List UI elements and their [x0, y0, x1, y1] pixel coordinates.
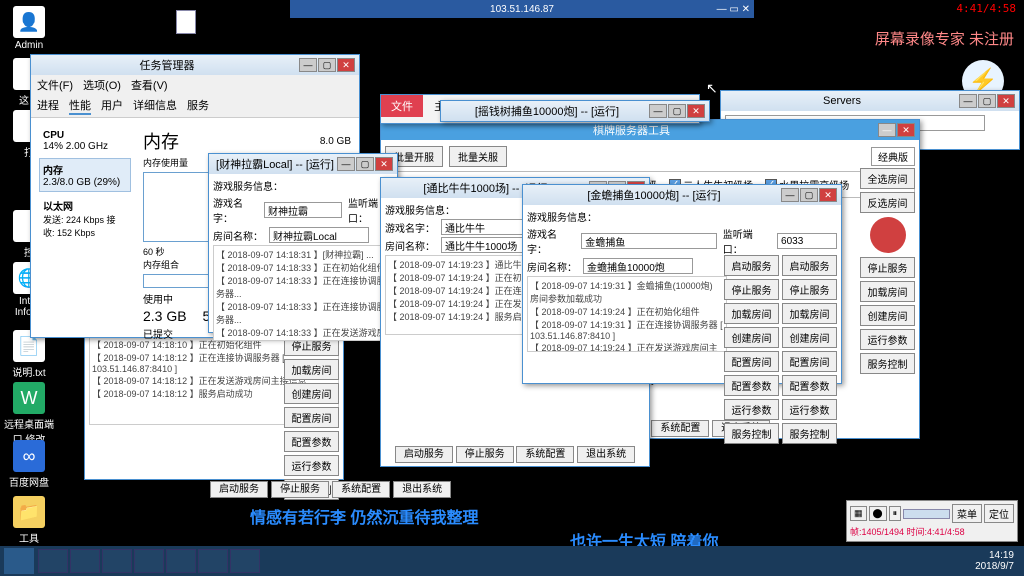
- side-button[interactable]: 运行参数: [724, 399, 779, 420]
- bottom-button[interactable]: 启动服务: [210, 481, 268, 498]
- rec-icon[interactable]: ⬤: [869, 506, 887, 521]
- close-icon[interactable]: ✕: [897, 123, 915, 137]
- bottom-button[interactable]: 停止服务: [456, 446, 514, 463]
- name-input[interactable]: [581, 233, 716, 249]
- room-input[interactable]: [269, 227, 369, 243]
- cpu-tile[interactable]: CPU14% 2.00 GHz: [39, 126, 131, 156]
- taskbar-item[interactable]: [102, 549, 132, 573]
- close-icon[interactable]: ✕: [337, 58, 355, 72]
- desktop-icon[interactable]: ∞百度网盘: [4, 440, 54, 489]
- logo-icon: [870, 217, 906, 253]
- recorder-control[interactable]: ▦ ⬤ ⏸ 菜单 定位 帧:1405/1494 时间:4:41/4:58: [846, 500, 1018, 542]
- side-button[interactable]: 配置参数: [782, 375, 837, 396]
- pause-icon[interactable]: ⏸: [889, 506, 902, 521]
- side-button[interactable]: 停止服务: [860, 257, 915, 278]
- desktop-icon[interactable]: 📁工具: [4, 496, 54, 545]
- log-window[interactable]: 【 2018-09-07 14:18:10 】正在初始化组件【 2018-09-…: [84, 330, 344, 480]
- start-button[interactable]: 启动服务: [782, 255, 837, 276]
- recorder-watermark: 屏幕录像专家 未注册: [875, 28, 1014, 49]
- taskbar-item[interactable]: [230, 549, 260, 573]
- bottom-button[interactable]: 系统配置: [332, 481, 390, 498]
- side-button[interactable]: 加载房间: [860, 281, 915, 302]
- max-icon[interactable]: ▢: [978, 94, 996, 108]
- start-button[interactable]: [4, 548, 34, 574]
- select-all-button[interactable]: 全选房间: [860, 168, 915, 189]
- taskbar-item[interactable]: [38, 549, 68, 573]
- menu-button[interactable]: 菜单: [952, 504, 982, 523]
- memory-tile[interactable]: 内存2.3/8.0 GB (29%): [39, 158, 131, 192]
- fish-panel[interactable]: [金蟾捕鱼10000炮] -- [运行]—▢✕ 游戏服务信息： 游戏名字：监听端…: [522, 184, 842, 384]
- close-icon[interactable]: ✕: [997, 94, 1015, 108]
- page-icon: [176, 10, 196, 34]
- taskbar-item[interactable]: [70, 549, 100, 573]
- lyric-overlay: 情感有若行李 仍然沉重待我整理: [250, 504, 478, 528]
- side-button[interactable]: 创建房间: [724, 327, 779, 348]
- side-button[interactable]: 创建房间: [860, 305, 915, 326]
- bottom-button[interactable]: 停止服务: [271, 481, 329, 498]
- side-button[interactable]: 配置房间: [782, 351, 837, 372]
- side-button[interactable]: 加载房间: [782, 303, 837, 324]
- port-input[interactable]: [777, 233, 837, 249]
- side-button[interactable]: 运行参数: [860, 329, 915, 350]
- menu-bar[interactable]: 文件(F)选项(O)查看(V): [31, 75, 359, 95]
- file-tab[interactable]: 文件: [381, 95, 423, 117]
- taskbar-item[interactable]: [198, 549, 228, 573]
- side-button[interactable]: 运行参数: [284, 455, 339, 476]
- min-icon[interactable]: —: [299, 58, 317, 72]
- side-button[interactable]: 加载房间: [724, 303, 779, 324]
- side-button[interactable]: 配置参数: [284, 431, 339, 452]
- ethernet-tile[interactable]: 以太网发送: 224 Kbps 接收: 152 Kbps: [39, 194, 131, 243]
- room-input[interactable]: [583, 258, 693, 274]
- cursor-icon: ↖: [706, 80, 718, 97]
- side-button[interactable]: 运行参数: [782, 399, 837, 420]
- side-button[interactable]: 配置房间: [284, 407, 339, 428]
- progress-bar[interactable]: [903, 509, 950, 519]
- taskbar[interactable]: 14:192018/9/7: [0, 546, 1024, 576]
- min-icon[interactable]: —: [781, 188, 799, 202]
- bottom-button[interactable]: 退出系统: [577, 446, 635, 463]
- side-button[interactable]: 启动服务: [724, 255, 779, 276]
- max-icon[interactable]: ▢: [318, 58, 336, 72]
- bottom-button[interactable]: 退出系统: [393, 481, 451, 498]
- desktop-icon[interactable]: 👤Admin: [4, 6, 54, 51]
- max-icon[interactable]: ▢: [800, 188, 818, 202]
- side-button[interactable]: 服务控制: [782, 423, 837, 444]
- side-button[interactable]: 创建房间: [284, 383, 339, 404]
- timer-overlay: 4:41/4:58: [956, 2, 1016, 15]
- side-button[interactable]: 加载房间: [284, 359, 339, 380]
- qr-icon[interactable]: ▦: [850, 506, 867, 521]
- name-input[interactable]: [264, 202, 342, 218]
- close-icon[interactable]: ✕: [819, 188, 837, 202]
- local-panel[interactable]: [财神拉霸Local] -- [运行]—▢✕ 游戏服务信息： 游戏名字：监听端口…: [208, 153, 398, 333]
- bottom-button[interactable]: 系统配置: [516, 446, 574, 463]
- tab-batch-stop[interactable]: 批量关服: [449, 146, 507, 167]
- side-button[interactable]: 配置参数: [724, 375, 779, 396]
- bottom-button[interactable]: 启动服务: [395, 446, 453, 463]
- side-button[interactable]: 服务控制: [724, 423, 779, 444]
- locate-button[interactable]: 定位: [984, 504, 1014, 523]
- side-button[interactable]: 停止服务: [724, 279, 779, 300]
- invert-button[interactable]: 反选房间: [860, 192, 915, 213]
- panel-main-title[interactable]: [摇钱树捕鱼10000炮] -- [运行]—▢✕: [440, 100, 710, 122]
- remote-connection-bar: 103.51.146.87 — ▭ ✕: [290, 0, 754, 18]
- version-select[interactable]: 经典版: [871, 147, 915, 166]
- side-button[interactable]: 服务控制: [860, 353, 915, 374]
- taskbar-item[interactable]: [166, 549, 196, 573]
- side-button[interactable]: 配置房间: [724, 351, 779, 372]
- clock[interactable]: 14:192018/9/7: [975, 550, 1020, 572]
- sys-config-button[interactable]: 系统配置: [651, 420, 709, 437]
- side-button[interactable]: 创建房间: [782, 327, 837, 348]
- taskbar-item[interactable]: [134, 549, 164, 573]
- min-icon[interactable]: —: [878, 123, 896, 137]
- min-icon[interactable]: —: [959, 94, 977, 108]
- stop-button[interactable]: 停止服务: [782, 279, 837, 300]
